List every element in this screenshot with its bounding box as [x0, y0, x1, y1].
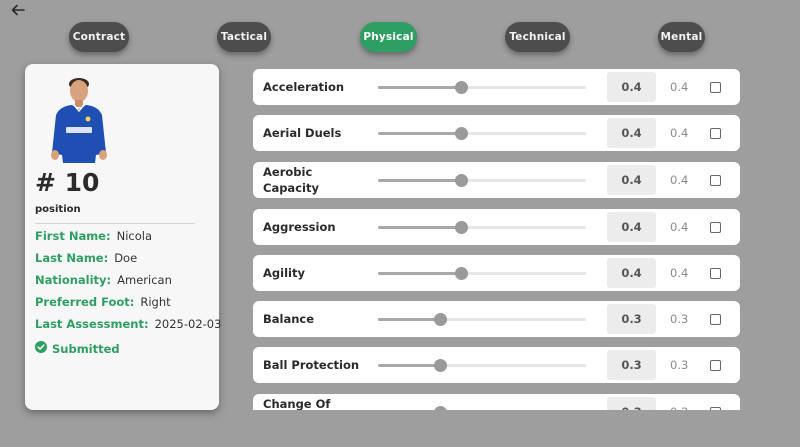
- attribute-checkbox[interactable]: [710, 268, 721, 279]
- attribute-name: Aggression: [263, 220, 336, 234]
- player-number: # 10: [35, 168, 100, 197]
- attribute-value-text: 0.3: [670, 394, 688, 410]
- tab-tactical[interactable]: Tactical: [217, 22, 271, 52]
- attribute-row: Aerobic Capacity 0.4 0.4: [253, 162, 740, 198]
- attribute-value-text: 0.4: [670, 126, 689, 140]
- slider-thumb[interactable]: [455, 267, 469, 280]
- attribute-name: Aerobic Capacity: [263, 165, 319, 195]
- attribute-checkbox[interactable]: [710, 175, 721, 186]
- info-last-name: Last Name: Doe: [35, 251, 137, 265]
- info-value: Doe: [114, 251, 138, 265]
- slider-thumb[interactable]: [434, 359, 448, 372]
- info-label: Preferred Foot:: [35, 295, 135, 309]
- attribute-checkbox[interactable]: [710, 360, 721, 371]
- slider-thumb[interactable]: [455, 221, 469, 234]
- attribute-value-box[interactable]: 0.4: [607, 258, 656, 288]
- info-last-assessment: Last Assessment: 2025-02-03: [35, 317, 221, 331]
- info-value: 2025-02-03: [154, 317, 222, 331]
- player-photo: [46, 75, 112, 163]
- attribute-row: Balance 0.3 0.3: [253, 301, 740, 337]
- info-label: Nationality:: [35, 273, 112, 287]
- player-card: # 10 position First Name: Nicola Last Nam…: [25, 64, 221, 410]
- attribute-name: Ball Protection: [263, 358, 360, 372]
- attribute-slider[interactable]: [378, 267, 586, 280]
- attribute-value-box[interactable]: 0.3: [607, 350, 656, 380]
- slider-thumb[interactable]: [434, 406, 448, 410]
- attribute-value-box[interactable]: 0.3: [607, 397, 656, 410]
- back-arrow-icon[interactable]: [8, 2, 28, 16]
- attribute-name: Acceleration: [263, 80, 345, 94]
- attribute-checkbox[interactable]: [710, 222, 721, 233]
- status-badge: Submitted: [35, 341, 120, 356]
- tab-mental[interactable]: Mental: [658, 22, 705, 52]
- attribute-value-text: 0.4: [670, 173, 689, 187]
- info-nationality: Nationality: American: [35, 273, 172, 287]
- attribute-slider[interactable]: [378, 127, 586, 140]
- slider-thumb[interactable]: [455, 81, 469, 94]
- info-preferred-foot: Preferred Foot: Right: [35, 295, 171, 309]
- attribute-row: Change Of Pace 0.3 0.3: [253, 394, 740, 410]
- attribute-name: Balance: [263, 312, 315, 326]
- attribute-value-text: 0.4: [670, 266, 689, 280]
- info-label: Last Assessment:: [35, 317, 149, 331]
- attribute-list[interactable]: Acceleration 0.4 0.4 Aerial Duels 0.4 0.…: [253, 69, 740, 410]
- attribute-row: Aerial Duels 0.4 0.4: [253, 115, 740, 151]
- attribute-value-box[interactable]: 0.3: [607, 304, 656, 334]
- player-position-label: position: [35, 204, 81, 215]
- attribute-checkbox[interactable]: [710, 128, 721, 139]
- attribute-row: Ball Protection 0.3 0.3: [253, 347, 740, 383]
- check-circle-icon: [35, 341, 47, 356]
- attribute-value-text: 0.3: [670, 312, 689, 326]
- info-label: Last Name:: [35, 251, 109, 265]
- attribute-row: Acceleration 0.4 0.4: [253, 69, 740, 105]
- attribute-value-box[interactable]: 0.4: [607, 118, 656, 148]
- attribute-slider[interactable]: [378, 359, 586, 372]
- tab-physical[interactable]: Physical: [360, 22, 417, 52]
- attribute-value-text: 0.4: [670, 220, 689, 234]
- attribute-value-text: 0.4: [670, 80, 689, 94]
- attribute-slider[interactable]: [378, 313, 586, 326]
- attribute-name: Aerial Duels: [263, 126, 342, 140]
- info-value: American: [117, 273, 172, 287]
- attribute-value-box[interactable]: 0.4: [607, 72, 656, 102]
- slider-thumb[interactable]: [455, 127, 469, 140]
- info-value: Nicola: [116, 229, 152, 243]
- slider-thumb[interactable]: [434, 313, 448, 326]
- tab-technical[interactable]: Technical: [505, 22, 570, 52]
- card-divider: [35, 223, 195, 224]
- attribute-name: Change Of Pace: [263, 397, 331, 410]
- attribute-row: Aggression 0.4 0.4: [253, 209, 740, 245]
- info-first-name: First Name: Nicola: [35, 229, 152, 243]
- attribute-value-text: 0.3: [670, 358, 689, 372]
- tab-contract[interactable]: Contract: [69, 22, 129, 52]
- app-root: Contract Tactical Physical Technical Men…: [0, 0, 800, 447]
- attribute-name: Agility: [263, 266, 305, 280]
- slider-thumb[interactable]: [455, 174, 469, 187]
- attribute-value-box[interactable]: 0.4: [607, 165, 656, 195]
- attribute-row: Agility 0.4 0.4: [253, 255, 740, 291]
- info-value: Right: [140, 295, 171, 309]
- attribute-slider[interactable]: [378, 81, 586, 94]
- attribute-slider[interactable]: [378, 221, 586, 234]
- attribute-checkbox[interactable]: [710, 407, 721, 410]
- attribute-slider[interactable]: [378, 174, 586, 187]
- attribute-checkbox[interactable]: [710, 314, 721, 325]
- info-label: First Name:: [35, 229, 111, 243]
- attribute-value-box[interactable]: 0.4: [607, 212, 656, 242]
- status-text: Submitted: [52, 341, 120, 356]
- attribute-checkbox[interactable]: [710, 82, 721, 93]
